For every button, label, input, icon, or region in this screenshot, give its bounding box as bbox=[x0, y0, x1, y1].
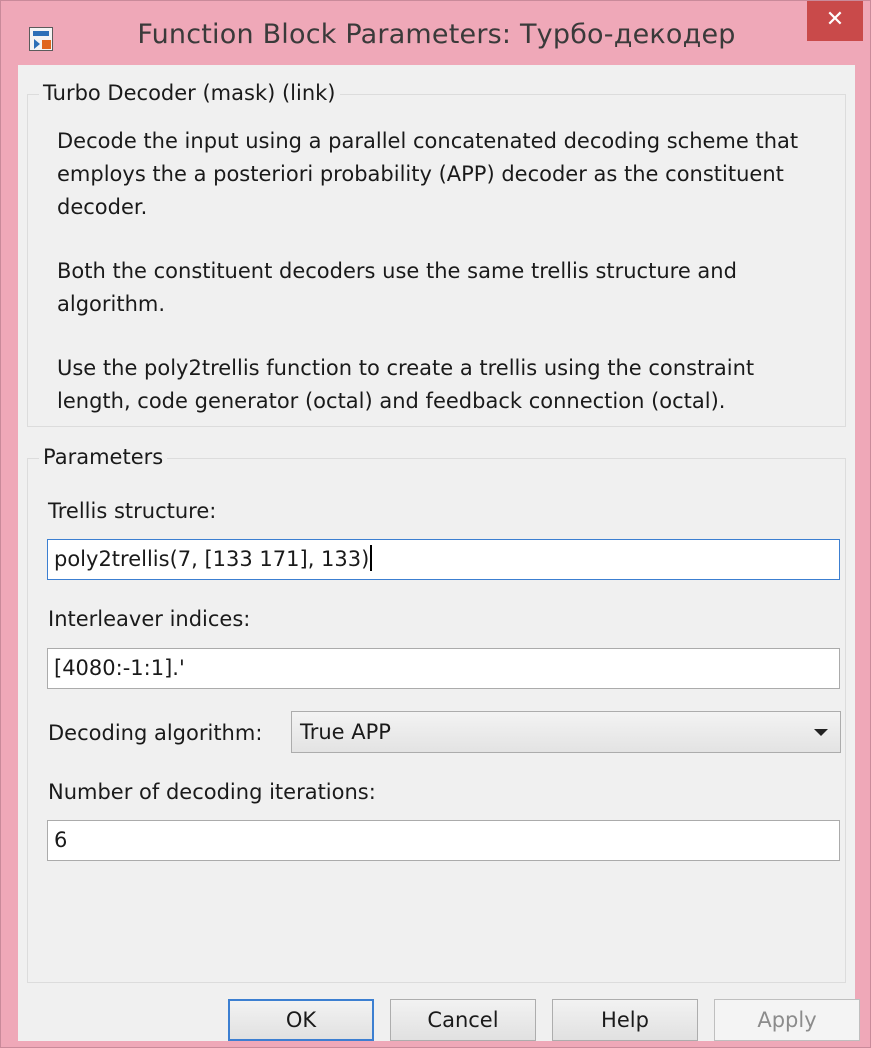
ok-button[interactable]: OK bbox=[228, 999, 374, 1041]
dropdown-arrow-icon bbox=[814, 729, 828, 736]
parameters-group-legend: Parameters bbox=[39, 445, 168, 469]
mask-group-legend: Turbo Decoder (mask) (link) bbox=[39, 81, 340, 105]
text-caret bbox=[370, 545, 373, 571]
dialog-content: Turbo Decoder (mask) (link) Decode the i… bbox=[18, 65, 860, 1041]
window-title: Function Block Parameters: Турбо-декодер bbox=[137, 19, 736, 50]
trellis-structure-label: Trellis structure: bbox=[48, 499, 217, 523]
help-button[interactable]: Help bbox=[552, 999, 698, 1041]
close-button[interactable]: ✕ bbox=[807, 1, 863, 41]
decoding-algorithm-label: Decoding algorithm: bbox=[48, 721, 263, 745]
decoding-algorithm-select[interactable]: True APP bbox=[291, 711, 841, 753]
decoding-algorithm-value: True APP bbox=[300, 720, 391, 744]
decoding-iterations-label: Number of decoding iterations: bbox=[48, 780, 376, 804]
close-icon: ✕ bbox=[825, 7, 845, 32]
cancel-button[interactable]: Cancel bbox=[390, 999, 536, 1041]
trellis-structure-input[interactable]: poly2trellis(7, [133 171], 133) bbox=[47, 539, 840, 580]
description-paragraph-3: Use the poly2trellis function to create … bbox=[57, 356, 755, 413]
dialog-window: Function Block Parameters: Турбо-декодер… bbox=[0, 0, 871, 1048]
description-paragraph-2: Both the constituent decoders use the sa… bbox=[57, 259, 737, 316]
decoding-iterations-input[interactable]: 6 bbox=[47, 820, 840, 861]
apply-button[interactable]: Apply bbox=[714, 999, 860, 1041]
interleaver-indices-input[interactable]: [4080:-1:1].' bbox=[47, 648, 840, 689]
interleaver-indices-label: Interleaver indices: bbox=[48, 607, 251, 631]
mask-description-group: Turbo Decoder (mask) (link) Decode the i… bbox=[27, 81, 846, 427]
description-paragraph-1: Decode the input using a parallel concat… bbox=[57, 129, 799, 219]
